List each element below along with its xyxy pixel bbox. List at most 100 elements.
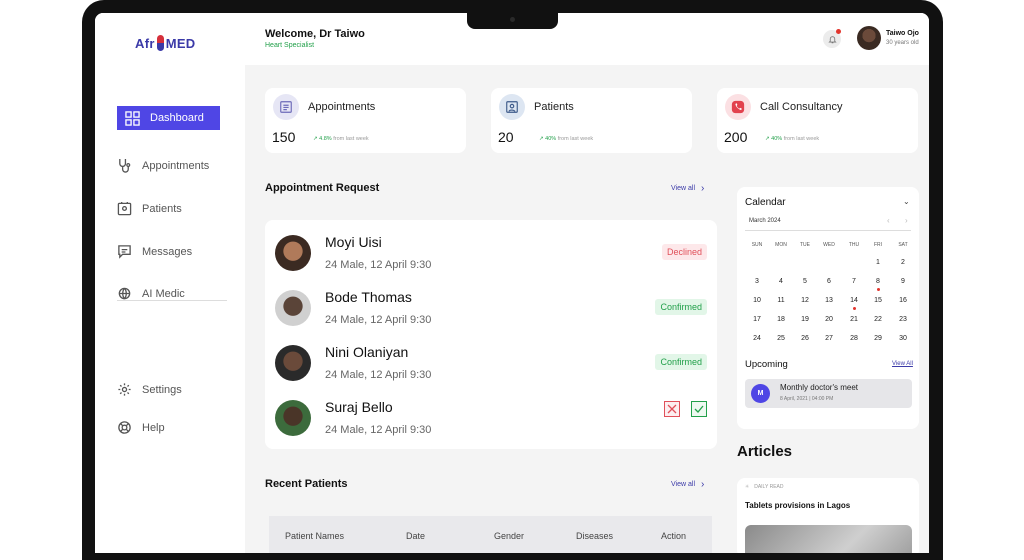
calendar-day[interactable]: 11 (771, 297, 791, 304)
calendar-day[interactable]: 24 (747, 335, 767, 342)
calendar-day[interactable]: 18 (771, 316, 791, 323)
sidebar: Afr MED Dashboard Appointments Patients M… (95, 13, 245, 553)
check-icon (694, 405, 704, 413)
notification-button[interactable] (823, 29, 841, 48)
event-datetime: 8 April, 2021 | 04:00 PM (780, 396, 834, 402)
calendar-day[interactable]: 25 (771, 335, 791, 342)
calendar-day[interactable]: 28 (844, 335, 864, 342)
patient-meta: 24 Male, 12 April 9:30 (325, 424, 432, 436)
stat-card-patients[interactable]: Patients 20 ↗ 40% from last week (491, 88, 692, 153)
patient-meta: 24 Male, 12 April 9:30 (325, 314, 432, 326)
calendar-day[interactable]: 2 (893, 259, 913, 266)
calendar-day[interactable]: 8 (868, 278, 888, 285)
next-month-icon[interactable]: › (905, 216, 908, 225)
message-icon (118, 245, 131, 259)
upcoming-event[interactable]: M Monthly doctor's meet 8 April, 2021 | … (745, 379, 912, 408)
user-age: 30 years old (886, 40, 919, 46)
article-card[interactable]: ✳ DAILY READ Tablets provisions in Lagos (737, 478, 919, 553)
calendar-day[interactable]: 6 (819, 278, 839, 285)
stat-card-appointments[interactable]: Appointments 150 ↗ 4.8% from last week (265, 88, 466, 153)
calendar-day[interactable]: 23 (893, 316, 913, 323)
list-item[interactable]: Bode Thomas 24 Male, 12 April 9:30 Confi… (265, 282, 717, 337)
sidebar-item-ai-medic[interactable]: AI Medic (117, 286, 185, 301)
chevron-down-icon[interactable]: ⌄ (903, 197, 910, 206)
appointment-request-title: Appointment Request (265, 182, 380, 194)
chevron-right-icon: › (701, 183, 705, 194)
calendar-day[interactable]: 27 (819, 335, 839, 342)
calendar-day[interactable]: 12 (795, 297, 815, 304)
sidebar-item-messages[interactable]: Messages (117, 244, 192, 259)
column-header: Date (406, 531, 426, 541)
calendar-day[interactable]: 29 (868, 335, 888, 342)
sidebar-item-label: Appointments (142, 159, 210, 172)
calendar-day[interactable]: 21 (844, 316, 864, 323)
calendar-day[interactable]: 9 (893, 278, 913, 285)
sidebar-item-dashboard[interactable]: Dashboard (117, 106, 220, 130)
article-image (745, 525, 912, 553)
patient-name: Moyi Uisi (325, 234, 382, 250)
calendar-day[interactable]: 26 (795, 335, 815, 342)
trend-suffix: from last week (333, 136, 369, 142)
upcoming-view-all-link[interactable]: View All (892, 361, 913, 367)
sidebar-item-patients[interactable]: Patients (117, 201, 182, 216)
patient-card-icon (117, 201, 132, 216)
article-tag: ✳ DAILY READ (745, 484, 783, 490)
calendar-day[interactable]: 19 (795, 316, 815, 323)
calendar-day[interactable]: 20 (819, 316, 839, 323)
sidebar-item-settings[interactable]: Settings (117, 382, 182, 397)
recent-patients-view-all-link[interactable]: View all › (671, 479, 704, 490)
calendar-day[interactable]: 17 (747, 316, 767, 323)
weekday-label: SAT (898, 242, 908, 248)
calendar-day[interactable]: 13 (819, 297, 839, 304)
calendar-month: March 2024 (749, 218, 781, 224)
patient-name: Nini Olaniyan (325, 344, 409, 360)
bell-icon (827, 35, 837, 43)
sidebar-item-label: Dashboard (150, 112, 204, 124)
logo-text-left: Afr (135, 36, 155, 51)
weekday-label: TUE (800, 242, 810, 248)
calendar-day[interactable]: 15 (868, 297, 888, 304)
calendar-day[interactable]: 7 (844, 278, 864, 285)
stat-value: 200 (724, 129, 748, 145)
stat-value: 150 (272, 129, 296, 145)
chevron-right-icon: › (701, 479, 705, 490)
event-time: 04:00 PM (811, 396, 834, 402)
calendar-day[interactable]: 22 (868, 316, 888, 323)
status-badge: Confirmed (655, 354, 707, 370)
stat-trend: ↗ 4.8% from last week (313, 136, 369, 142)
user-avatar[interactable] (857, 26, 881, 50)
sidebar-item-appointments[interactable]: Appointments (117, 158, 209, 173)
calendar-day[interactable]: 30 (893, 335, 913, 342)
stat-title: Patients (534, 101, 574, 113)
trend-value: 40% (771, 136, 783, 142)
column-header: Diseases (576, 531, 614, 541)
sidebar-item-help[interactable]: Help (117, 420, 165, 435)
calendar-day[interactable]: 4 (771, 278, 791, 285)
sidebar-item-label: Help (142, 421, 165, 434)
appointment-view-all-link[interactable]: View all › (671, 183, 704, 194)
stat-trend: ↗ 40% from last week (539, 136, 594, 142)
calendar-day[interactable]: 5 (795, 278, 815, 285)
stethoscope-icon (119, 158, 131, 173)
calendar-day[interactable]: 3 (747, 278, 767, 285)
calendar-day[interactable]: 1 (868, 259, 888, 266)
event-avatar: M (751, 384, 770, 403)
calendar-day[interactable]: 14 (844, 297, 864, 304)
doctor-role: Heart Specialist (265, 42, 315, 49)
patient-name: Bode Thomas (325, 289, 412, 305)
stat-value: 20 (498, 129, 514, 145)
decline-button[interactable] (664, 401, 680, 417)
list-item[interactable]: Nini Olaniyan 24 Male, 12 April 9:30 Con… (265, 337, 717, 392)
app-logo[interactable]: Afr MED (135, 35, 195, 51)
prev-month-icon[interactable]: ‹ (887, 216, 890, 225)
calendar-day[interactable]: 10 (747, 297, 767, 304)
column-header: Patient Names (285, 531, 345, 541)
sidebar-item-label: AI Medic (142, 287, 185, 300)
list-item[interactable]: Moyi Uisi 24 Male, 12 April 9:30 Decline… (265, 227, 717, 282)
list-item[interactable]: Suraj Bello 24 Male, 12 April 9:30 (265, 392, 717, 447)
accept-button[interactable] (691, 401, 707, 417)
patient-name: Suraj Bello (325, 399, 393, 415)
trend-suffix: from last week (557, 136, 594, 142)
calendar-day[interactable]: 16 (893, 297, 913, 304)
stat-card-call-consultancy[interactable]: Call Consultancy 200 ↗ 40% from last wee… (717, 88, 918, 153)
